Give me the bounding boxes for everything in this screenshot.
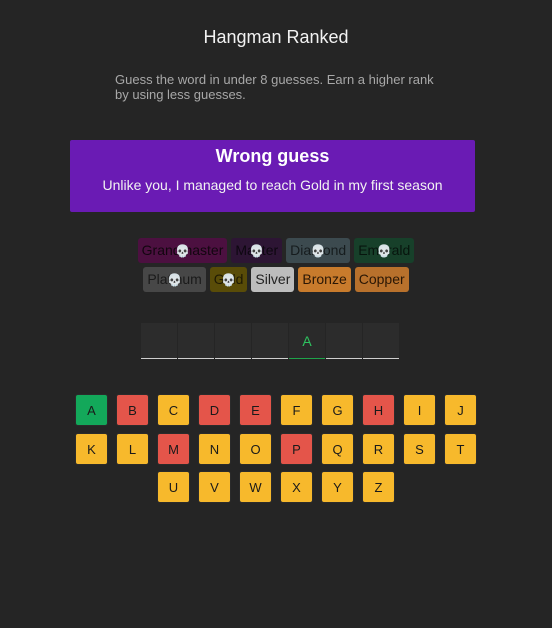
key-u[interactable]: U: [157, 471, 190, 503]
rank-label: Copper: [358, 271, 405, 287]
key-o[interactable]: O: [239, 433, 272, 465]
banner-message: Unlike you, I managed to reach Gold in m…: [102, 177, 443, 193]
banner-title: Wrong guess: [215, 146, 330, 166]
result-banner: Wrong guess Unlike you, I managed to rea…: [70, 140, 475, 212]
rank-grandmaster: Grandmaster 💀: [137, 238, 228, 263]
key-w[interactable]: W: [239, 471, 272, 503]
skull-icon: 💀: [175, 243, 190, 258]
rank-row-top: Grandmaster 💀 Master 💀 Diamond 💀 Emerald…: [0, 238, 552, 263]
key-i[interactable]: I: [403, 394, 436, 426]
key-t[interactable]: T: [444, 433, 477, 465]
letter-slot-revealed: A: [289, 323, 325, 359]
key-z[interactable]: Z: [362, 471, 395, 503]
skull-icon: 💀: [376, 243, 392, 258]
letter-slot: [363, 323, 399, 359]
key-q[interactable]: Q: [321, 433, 354, 465]
key-e[interactable]: E: [239, 394, 272, 426]
rank-label: Silver: [255, 271, 291, 287]
rank-master: Master 💀: [231, 238, 283, 263]
rank-copper: Copper: [354, 267, 409, 292]
skull-icon: 💀: [221, 272, 237, 287]
rank-emerald: Emerald 💀: [354, 238, 415, 263]
skull-icon: 💀: [167, 272, 183, 287]
key-s[interactable]: S: [403, 433, 436, 465]
key-b[interactable]: B: [116, 394, 149, 426]
instructions-text: Guess the word in under 8 guesses. Earn …: [115, 72, 434, 102]
key-k[interactable]: K: [75, 433, 108, 465]
key-a[interactable]: A: [75, 394, 108, 426]
key-h[interactable]: H: [362, 394, 395, 426]
key-m[interactable]: M: [157, 433, 190, 465]
key-f[interactable]: F: [280, 394, 313, 426]
key-l[interactable]: L: [116, 433, 149, 465]
rank-label: Bronze: [302, 271, 347, 287]
key-j[interactable]: J: [444, 394, 477, 426]
letter-slot: [178, 323, 214, 359]
rank-gold: Gold 💀: [209, 267, 248, 292]
rank-row-bottom: Platinum 💀 Gold 💀 Silver Bronze Copper: [0, 267, 552, 292]
key-n[interactable]: N: [198, 433, 231, 465]
page-title: Hangman Ranked: [203, 27, 349, 47]
rank-platinum: Platinum 💀: [143, 267, 206, 292]
rank-silver: Silver: [251, 267, 295, 292]
key-d[interactable]: D: [198, 394, 231, 426]
rank-bronze: Bronze: [298, 267, 351, 292]
keyboard-row-2: KLMNOPQRST: [0, 433, 552, 465]
key-x[interactable]: X: [280, 471, 313, 503]
letter-slot: [141, 323, 177, 359]
key-y[interactable]: Y: [321, 471, 354, 503]
rank-diamond: Diamond 💀: [286, 238, 351, 263]
key-p[interactable]: P: [280, 433, 313, 465]
word-slots: A: [141, 323, 399, 359]
skull-icon: 💀: [310, 243, 326, 258]
key-r[interactable]: R: [362, 433, 395, 465]
letter-slot: [326, 323, 362, 359]
keyboard-row-1: ABCDEFGHIJ: [0, 394, 552, 426]
skull-icon: 💀: [249, 243, 265, 258]
letter-slot: [215, 323, 251, 359]
key-g[interactable]: G: [321, 394, 354, 426]
key-v[interactable]: V: [198, 471, 231, 503]
letter-slot: [252, 323, 288, 359]
key-c[interactable]: C: [157, 394, 190, 426]
keyboard-row-3: UVWXYZ: [0, 471, 552, 503]
